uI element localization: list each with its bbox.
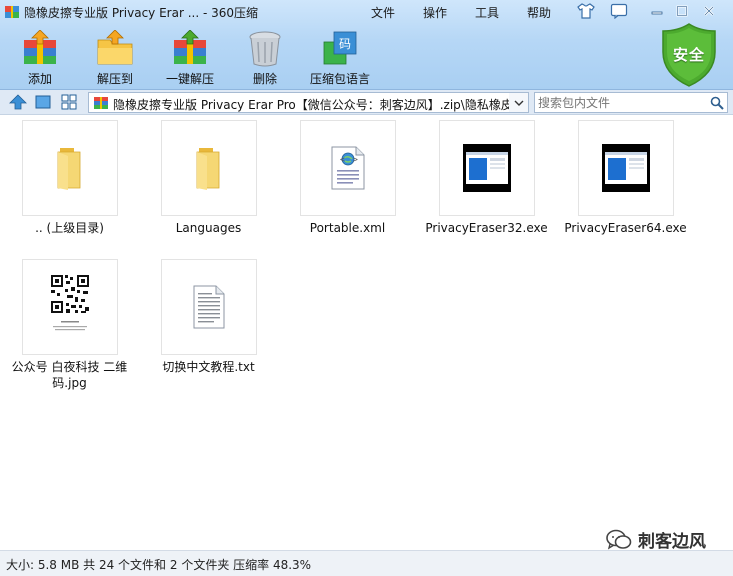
app-logo-icon [5, 6, 19, 18]
grid-view-icon[interactable] [60, 94, 78, 110]
search-input[interactable] [538, 95, 708, 110]
file-name: Portable.xml [309, 221, 386, 235]
menu-tools[interactable]: 工具 [475, 4, 499, 21]
code-page-icon: 码 [323, 31, 357, 65]
maximize-button[interactable] [671, 2, 693, 20]
folder-extract-icon [97, 30, 133, 65]
svg-text:码: 码 [339, 37, 351, 51]
up-level-icon[interactable] [9, 94, 27, 110]
file-thumbnail [22, 120, 118, 216]
file-item-tutorial-txt[interactable]: 切换中文教程.txt [139, 255, 278, 395]
file-thumbnail: < > [300, 120, 396, 216]
file-name: PrivacyEraser32.exe [425, 221, 548, 235]
svg-text:>: > [353, 155, 358, 164]
skin-shirt-icon[interactable] [577, 3, 595, 19]
file-thumbnail [161, 120, 257, 216]
path-dropdown-button[interactable] [509, 92, 529, 113]
chevron-down-icon [514, 100, 523, 106]
watermark-text: 刺客边风 [638, 532, 706, 552]
close-icon [704, 6, 714, 16]
file-list: .. (上级目录) Languages < > Portable.xml Pri… [0, 116, 733, 550]
title-bar: 隐橡皮擦专业版 Privacy Erar ... - 360压缩 文件 操作 工… [0, 0, 733, 24]
one-click-extract-button[interactable]: 一键解压 [155, 30, 225, 88]
security-label: 安全 [672, 46, 705, 64]
file-name: 公众号 白夜科技 二维码.jpg [11, 360, 128, 390]
xml-file-icon: < > [331, 146, 365, 190]
status-text: 大小: 5.8 MB 共 24 个文件和 2 个文件夹 压缩率 48.3% [6, 558, 312, 572]
archive-add-icon [24, 30, 56, 64]
menu-help[interactable]: 帮助 [527, 4, 551, 21]
minimize-button[interactable] [646, 2, 668, 20]
search-field[interactable] [534, 92, 728, 113]
text-file-icon [193, 285, 225, 329]
feedback-icon[interactable] [610, 3, 628, 19]
delete-label: 删除 [252, 72, 277, 86]
wechat-logo-icon [606, 529, 632, 549]
delete-button[interactable]: 删除 [230, 30, 300, 88]
window-title: 隐橡皮擦专业版 Privacy Erar ... - 360压缩 [24, 6, 259, 20]
path-text: 隐橡皮擦专业版 Privacy Erar Pro【微信公众号：刺客边风】.zip… [113, 98, 525, 112]
search-icon[interactable] [710, 96, 724, 110]
file-item-parent[interactable]: .. (上级目录) [0, 116, 139, 256]
file-thumbnail [439, 120, 535, 216]
trash-bin-icon [249, 31, 281, 67]
file-name: 切换中文教程.txt [162, 360, 255, 374]
extract-to-button[interactable]: 解压到 [80, 30, 150, 88]
file-name: .. (上级目录) [35, 221, 104, 235]
extract-to-label: 解压到 [96, 72, 133, 86]
window-frame: 隐橡皮擦专业版 Privacy Erar ... - 360压缩 文件 操作 工… [0, 0, 733, 90]
close-button[interactable] [698, 2, 720, 20]
file-item-languages[interactable]: Languages [139, 116, 278, 256]
file-name: Languages [175, 221, 242, 235]
address-bar-row: 隐橡皮擦专业版 Privacy Erar Pro【微信公众号：刺客边风】.zip… [0, 90, 733, 115]
file-name: PrivacyEraser64.exe [564, 221, 687, 235]
one-click-extract-label: 一键解压 [165, 72, 214, 86]
add-button[interactable]: 添加 [5, 30, 75, 88]
exe-file-icon [602, 144, 650, 192]
minimize-icon [651, 11, 663, 15]
file-item-privacyeraser64[interactable]: PrivacyEraser64.exe [556, 116, 695, 256]
qr-code-image [35, 267, 105, 347]
folder-icon [196, 148, 220, 190]
watermark: 刺客边风 [606, 527, 706, 552]
archive-small-icon [94, 97, 108, 109]
menu-file[interactable]: 文件 [371, 4, 395, 21]
path-field[interactable]: 隐橡皮擦专业版 Privacy Erar Pro【微信公众号：刺客边风】.zip… [88, 92, 529, 113]
archive-language-label: 压缩包语言 [309, 72, 370, 86]
maximize-icon [676, 5, 688, 17]
status-bar: 大小: 5.8 MB 共 24 个文件和 2 个文件夹 压缩率 48.3% [0, 550, 733, 576]
file-thumbnail [578, 120, 674, 216]
file-item-portable-xml[interactable]: < > Portable.xml [278, 116, 417, 256]
menu-operate[interactable]: 操作 [423, 4, 447, 21]
file-thumbnail [22, 259, 118, 355]
security-shield-badge[interactable]: 安全 [660, 22, 718, 88]
svg-text:<: < [340, 155, 345, 164]
exe-file-icon [463, 144, 511, 192]
file-thumbnail [161, 259, 257, 355]
archive-extract-icon [174, 30, 206, 64]
file-item-privacyeraser32[interactable]: PrivacyEraser32.exe [417, 116, 556, 256]
add-label: 添加 [27, 72, 52, 86]
file-item-qr-image[interactable]: 公众号 白夜科技 二维码.jpg [0, 255, 139, 395]
archive-language-button[interactable]: 码 压缩包语言 [305, 30, 375, 88]
large-icon-view-icon[interactable] [34, 94, 52, 110]
folder-icon [57, 148, 81, 190]
